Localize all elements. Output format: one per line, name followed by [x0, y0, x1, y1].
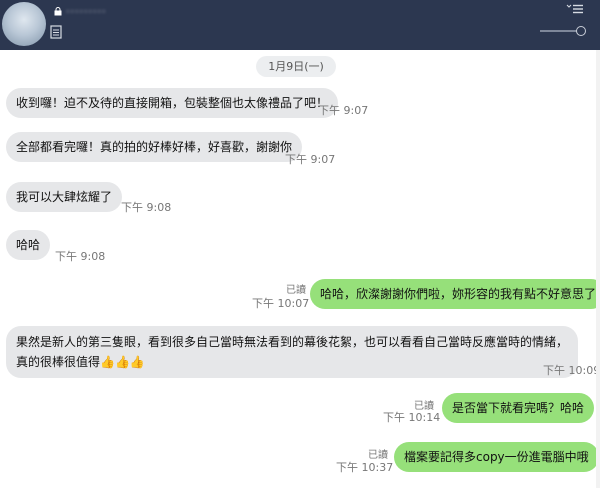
message-time: 下午 10:14 [383, 411, 441, 424]
contact-name[interactable]: ········· [66, 5, 106, 18]
volume-slider[interactable] [540, 26, 586, 36]
message-bubble-incoming[interactable]: 全部都看完囉！真的拍的好棒好棒，好喜歡，謝謝你 [6, 132, 303, 162]
thumbs-up-emoji: 👍👍👍 [100, 355, 145, 369]
note-icon[interactable] [50, 25, 62, 39]
message-time: 下午 10:07 [252, 297, 310, 310]
lock-icon [54, 7, 62, 16]
volume-knob[interactable] [576, 26, 586, 36]
date-separator: 1月9日(一) [256, 56, 336, 77]
message-line-text: 真的很棒很值得 [16, 355, 101, 369]
message-bubble-incoming[interactable]: 哈哈 [6, 230, 51, 260]
message-bubble-outgoing[interactable]: 檔案要記得多copy一份進電腦中哦 [394, 442, 599, 472]
message-bubble-outgoing[interactable]: 是否當下就看完嗎？哈哈 [442, 393, 595, 423]
message-bubble-incoming[interactable]: 果然是新人的第三隻眼，看到很多自己當時無法看到的幕後花絮，也可以看看自己當時反應… [6, 326, 579, 378]
message-time: 下午 10:37 [336, 461, 394, 474]
scrollbar[interactable] [596, 50, 600, 488]
read-receipt: 已讀 [286, 285, 306, 296]
message-bubble-outgoing[interactable]: 哈哈，欣澯謝謝你們啦，妳形容的我有點不好意思了 [310, 279, 600, 309]
avatar[interactable] [2, 2, 46, 46]
menu-icon[interactable] [566, 4, 584, 14]
chat-header: ········· [0, 0, 600, 50]
message-line: 果然是新人的第三隻眼，看到很多自己當時無法看到的幕後花絮，也可以看看自己當時反應… [16, 335, 569, 349]
message-bubble-incoming[interactable]: 收到囉！迫不及待的直接開箱，包裝整個也太像禮品了吧！ [6, 88, 339, 118]
chat-area[interactable]: 1月9日(一) 收到囉！迫不及待的直接開箱，包裝整個也太像禮品了吧！ 下午 9:… [0, 50, 600, 488]
message-time: 下午 9:07 [285, 153, 336, 166]
message-line: 真的很棒很值得👍👍👍 [16, 354, 568, 370]
message-time: 下午 9:08 [55, 250, 106, 263]
message-time: 下午 9:07 [318, 104, 369, 117]
message-time: 下午 10:09 [543, 364, 600, 377]
message-bubble-incoming[interactable]: 我可以大肆炫耀了 [6, 182, 123, 212]
message-time: 下午 9:08 [121, 201, 172, 214]
